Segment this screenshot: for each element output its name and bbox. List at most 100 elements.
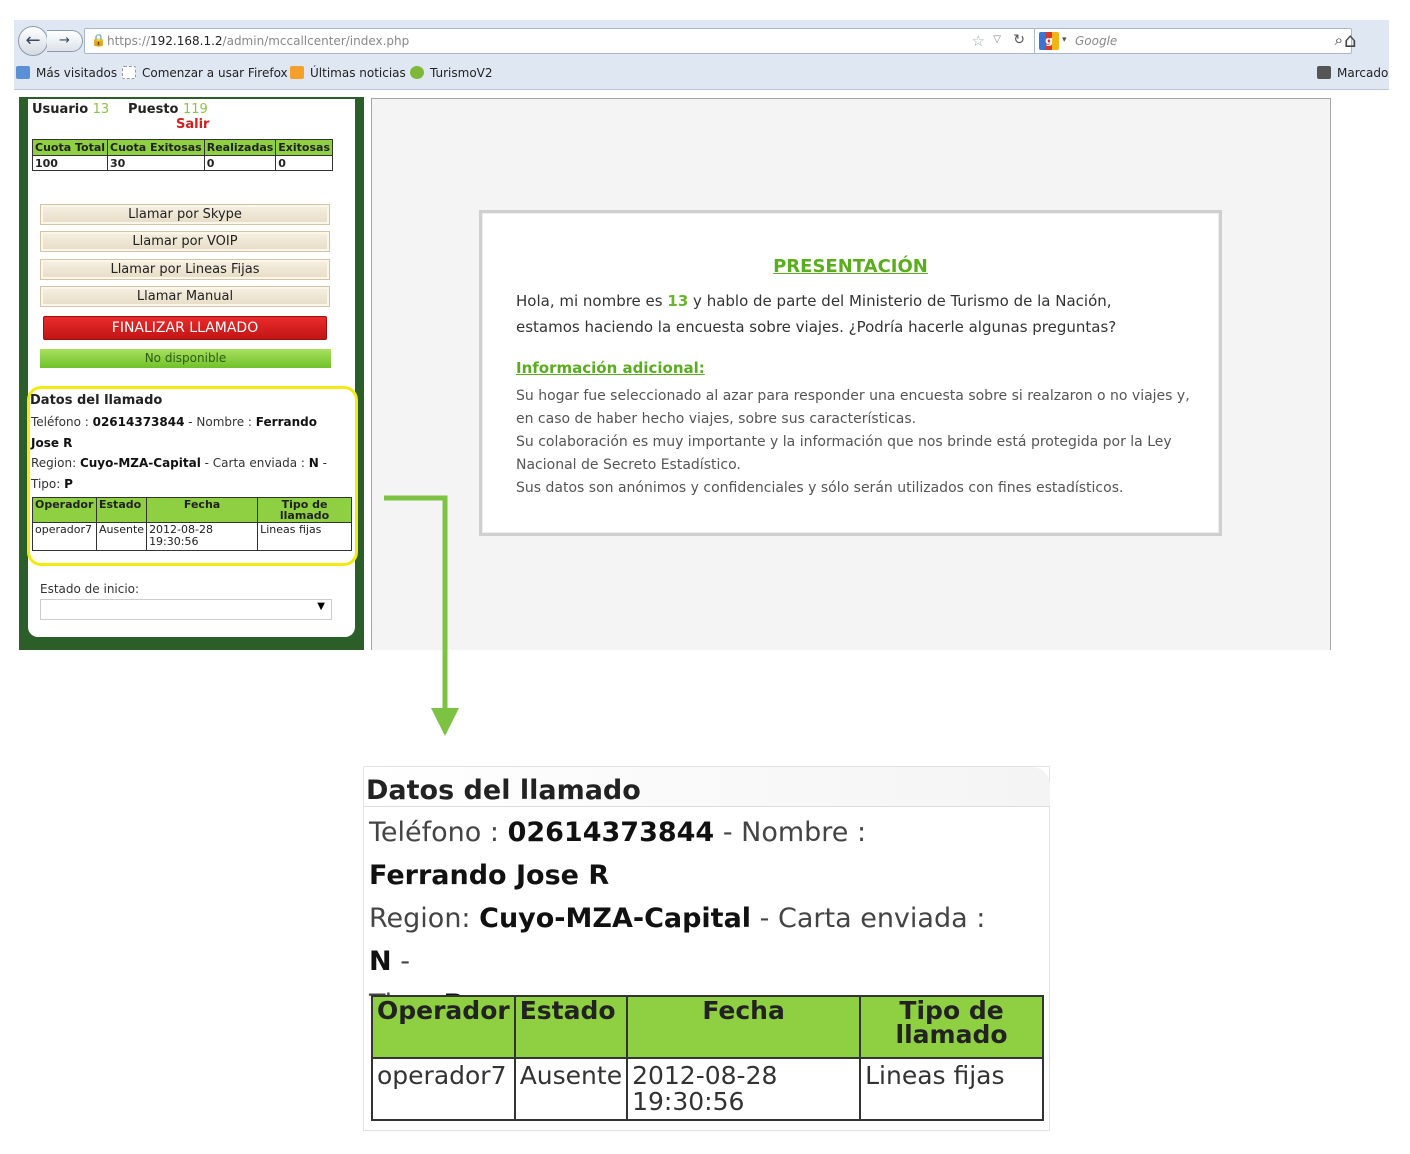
sidebar: Usuario 13 Puesto 119 Salir Cuota Total …: [19, 97, 364, 650]
cuota-table: Cuota Total Cuota Exitosas Realizadas Ex…: [31, 139, 334, 171]
llamar-lineas-fijas-button[interactable]: Llamar por Lineas Fijas: [40, 259, 330, 280]
tipo-value: P: [64, 476, 73, 491]
bookmark-ultimas-noticias[interactable]: Últimas noticias: [290, 66, 406, 80]
carta-value: N: [308, 456, 319, 470]
zoom-fecha-cell: 2012-08-28 19:30:56: [626, 1057, 862, 1121]
zoom-datos-title: Datos del llamado: [366, 775, 641, 806]
zoom-datos-details: Teléfono : 02614373844 - Nombre : Ferran…: [369, 811, 1009, 1026]
telefono-value: 02614373844: [92, 415, 185, 429]
dropdown-arrow-icon: ▼: [317, 601, 325, 612]
home-icon[interactable]: ⌂: [1344, 28, 1357, 52]
main-content: PRESENTACIÓN Hola, mi nombre es 13 y hab…: [371, 98, 1331, 650]
cuota-header: Realizadas: [203, 139, 277, 156]
zoom-carta-value: N: [369, 946, 392, 977]
cuota-values-row: 100 30 0 0: [31, 155, 334, 171]
fecha-header: Fecha: [146, 497, 259, 523]
presentacion-text: Hola, mi nombre es 13 y hablo de parte d…: [516, 292, 1117, 336]
search-placeholder: Google: [1075, 34, 1118, 48]
zoom-panel: Datos del llamado Teléfono : 02614373844…: [363, 766, 1050, 1131]
zoom-nombre-value: Ferrando Jose R: [369, 860, 610, 891]
zoom-operador-header: Operador: [371, 995, 516, 1059]
finalizar-llamado-button[interactable]: FINALIZAR LLAMADO: [43, 316, 327, 340]
lock-icon: 🔒: [91, 33, 106, 47]
region-value: Cuyo-MZA-Capital: [79, 456, 201, 470]
browser-toolbar: ← → 🔒 https://192.168.1.2/admin/mccallce…: [14, 20, 1389, 90]
sidebar-panel: Usuario 13 Puesto 119 Salir Cuota Total …: [27, 99, 358, 637]
rss-icon: [290, 66, 304, 79]
table-row: operador7 Ausente 2012-08-28 19:30:56 Lin…: [32, 522, 352, 551]
page-icon: [122, 66, 136, 79]
presentacion-title: PRESENTACIÓN: [773, 256, 928, 277]
operator-name: 13: [667, 292, 689, 310]
cuota-value: 30: [107, 155, 205, 171]
zoom-telefono-value: 02614373844: [507, 817, 715, 848]
url-dropdown-icon[interactable]: ▽: [993, 34, 1001, 45]
operador-header-row: Operador Estado Fecha Tipo de llamado: [32, 497, 352, 523]
info-adicional-text: Su hogar fue seleccionado al azar para r…: [516, 385, 1196, 500]
operador-table: Operador Estado Fecha Tipo de llamado op…: [32, 497, 352, 551]
flag-icon: [410, 66, 424, 79]
zoom-operador-table: Operador Estado Fecha Tipo de llamado op…: [371, 995, 1044, 1121]
search-engine-dropdown-icon[interactable]: ▾: [1062, 35, 1067, 45]
zoom-estado-header: Estado: [513, 995, 629, 1059]
info-line: Su hogar fue seleccionado al azar para r…: [516, 388, 1190, 427]
info-line: Sus datos son anónimos y confidenciales …: [516, 480, 1124, 496]
cuota-value: 0: [203, 155, 277, 171]
zoom-operador-cell: operador7: [371, 1057, 516, 1121]
puesto-line: Puesto 119: [128, 102, 208, 117]
url-bar[interactable]: 🔒 https://192.168.1.2/admin/mccallcenter…: [84, 28, 1036, 54]
puesto-value: 119: [183, 102, 208, 117]
estado-header: Estado: [95, 497, 148, 523]
search-icon[interactable]: ⌕: [1335, 31, 1343, 49]
fecha-cell: 2012-08-28 19:30:56: [146, 522, 259, 551]
info-adicional-title: Información adicional:: [516, 359, 705, 377]
back-arrow-icon[interactable]: ←: [18, 26, 48, 56]
cuota-value: 100: [31, 155, 109, 171]
operador-cell: operador7: [32, 522, 97, 551]
connector-arrow-icon: [384, 495, 459, 736]
cuota-value: 0: [275, 155, 334, 171]
globe-icon: [16, 66, 30, 79]
zoom-tipo-llamado-header: Tipo de llamado: [859, 995, 1044, 1059]
zoom-tipo-llamado-cell: Lineas fijas: [859, 1057, 1044, 1121]
operador-header: Operador: [32, 497, 97, 523]
bookmarks-icon: [1317, 66, 1331, 79]
estado-inicio-select[interactable]: ▼: [40, 599, 332, 620]
datos-llamado-details: Teléfono : 02614373844 - Nombre : Ferran…: [31, 415, 327, 491]
zoom-estado-cell: Ausente: [513, 1057, 629, 1121]
datos-llamado-title: Datos del llamado: [30, 393, 163, 408]
forward-arrow-icon[interactable]: →: [47, 30, 83, 52]
llamar-manual-button[interactable]: Llamar Manual: [40, 286, 330, 307]
bookmark-marcadores[interactable]: Marcado: [1317, 66, 1388, 80]
table-row: operador7 Ausente 2012-08-28 19:30:56 Lin…: [371, 1057, 1044, 1121]
tipo-llamado-header: Tipo de llamado: [257, 497, 352, 523]
llamar-skype-button[interactable]: Llamar por Skype: [40, 204, 330, 225]
url-text: https://192.168.1.2/admin/mccallcenter/i…: [107, 34, 410, 48]
info-line: Su colaboración es muy importante y la i…: [516, 434, 1172, 473]
search-bar[interactable]: g ▾ Google ⌕: [1034, 28, 1352, 54]
reload-icon[interactable]: ↻: [1013, 32, 1025, 48]
usuario-value: 13: [92, 102, 110, 117]
star-icon[interactable]: ☆: [972, 32, 985, 50]
cuota-header-row: Cuota Total Cuota Exitosas Realizadas Ex…: [31, 139, 334, 156]
usuario-line: Usuario 13: [32, 102, 110, 117]
bookmark-turismov2[interactable]: TurismoV2: [410, 66, 493, 80]
cuota-header: Cuota Total: [31, 139, 109, 156]
tipo-llamado-cell: Lineas fijas: [257, 522, 352, 551]
cuota-header: Exitosas: [275, 139, 334, 156]
estado-cell: Ausente: [95, 522, 148, 551]
salir-link[interactable]: Salir: [176, 117, 209, 132]
presentacion-card: PRESENTACIÓN Hola, mi nombre es 13 y hab…: [479, 210, 1222, 536]
bookmark-mas-visitados[interactable]: Más visitados: [16, 66, 117, 80]
screenshot-stage: ← → 🔒 https://192.168.1.2/admin/mccallce…: [0, 0, 1410, 1154]
zoom-region-value: Cuyo-MZA-Capital: [479, 903, 752, 934]
llamar-voip-button[interactable]: Llamar por VOIP: [40, 231, 330, 252]
zoom-fecha-header: Fecha: [626, 995, 862, 1059]
cuota-header: Cuota Exitosas: [107, 139, 205, 156]
callcenter-app: Usuario 13 Puesto 119 Salir Cuota Total …: [19, 97, 1332, 650]
bookmark-comenzar-firefox[interactable]: Comenzar a usar Firefox: [122, 66, 288, 80]
google-logo-icon[interactable]: g: [1039, 32, 1059, 50]
zoom-title-bar: Datos del llamado: [364, 767, 1050, 807]
zoom-header-row: Operador Estado Fecha Tipo de llamado: [371, 995, 1044, 1059]
status-bar[interactable]: No disponible: [40, 349, 331, 368]
